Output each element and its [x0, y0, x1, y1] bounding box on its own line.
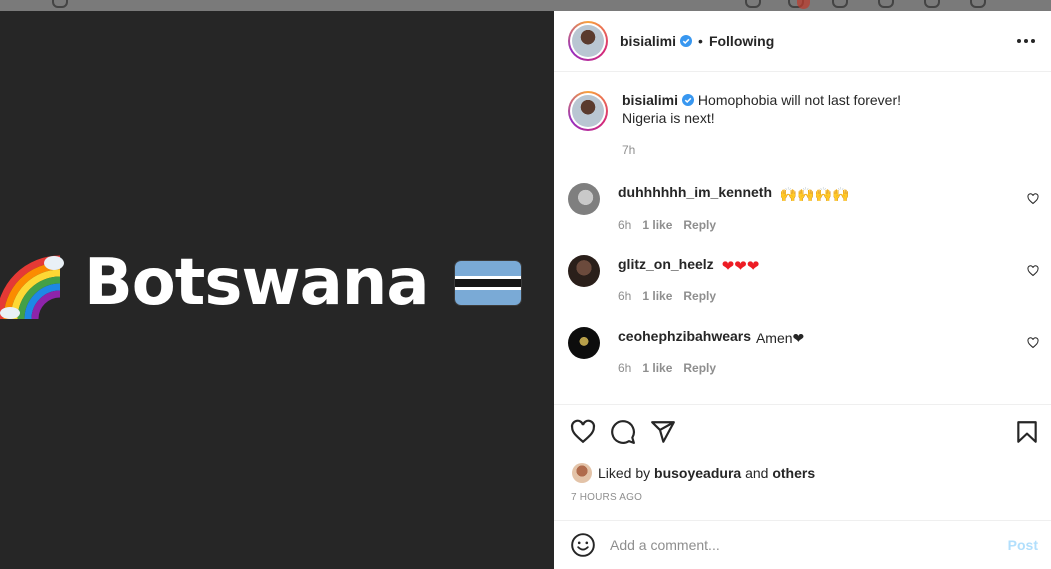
back-icon — [52, 0, 68, 8]
comment-item: duhhhhhh_im_kenneth 🙌🙌🙌🙌 6h 1 like Reply — [568, 183, 1039, 234]
post-timestamp[interactable]: 7 HOURS AGO — [571, 492, 642, 503]
author-avatar[interactable] — [568, 21, 608, 61]
notification-badge — [797, 0, 810, 9]
add-comment-bar: Post — [554, 520, 1051, 569]
liked-by: Liked by busoyeadura and others — [572, 463, 815, 483]
caption-body: bisialimi Homophobia will not last forev… — [622, 91, 901, 159]
rainbow-icon — [0, 255, 64, 319]
caption-time[interactable]: 7h — [622, 141, 901, 159]
comment-likes[interactable]: 1 like — [642, 287, 672, 305]
comment-body: ceohephzibahwears Amen❤ 6h 1 like Reply — [618, 327, 804, 377]
comment-meta: 6h 1 like Reply — [618, 287, 759, 305]
comment-username[interactable]: ceohephzibahwears — [618, 328, 751, 344]
post-header: bisialimi • Following — [554, 11, 1051, 72]
post-caption: bisialimi Homophobia will not last forev… — [568, 91, 1038, 159]
caption-author[interactable]: bisialimi — [622, 92, 678, 108]
comment-meta: 6h 1 like Reply — [618, 359, 804, 377]
background-nav-bar — [0, 0, 1051, 11]
comment-time[interactable]: 6h — [618, 359, 631, 377]
liked-by-others[interactable]: others — [772, 465, 815, 481]
comment-item: glitz_on_heelz ❤❤❤ 6h 1 like Reply — [568, 255, 1039, 305]
comment-text: ❤❤❤ — [721, 257, 760, 275]
share-icon[interactable] — [650, 419, 676, 445]
comment-icon[interactable] — [610, 419, 636, 445]
comment-likes[interactable]: 1 like — [642, 216, 672, 234]
caption-text-2: Nigeria is next! — [622, 110, 715, 126]
commenter-avatar[interactable] — [568, 327, 600, 359]
comment-time[interactable]: 6h — [618, 287, 631, 305]
post-media[interactable]: Botswana — [0, 11, 554, 569]
profile-icon — [970, 0, 986, 8]
more-options-icon[interactable] — [1017, 32, 1035, 50]
like-comment-heart-icon[interactable] — [1027, 193, 1039, 205]
commenter-avatar[interactable] — [568, 255, 600, 287]
comment-line: glitz_on_heelz ❤❤❤ — [618, 255, 759, 275]
comment-text: 🙌🙌🙌🙌 — [779, 187, 850, 203]
botswana-flag-icon — [454, 261, 521, 305]
comment-item: ceohephzibahwears Amen❤ 6h 1 like Reply — [568, 327, 1039, 377]
verified-badge-icon — [682, 94, 695, 106]
add-comment-input[interactable] — [610, 537, 990, 553]
comment-body: duhhhhhh_im_kenneth 🙌🙌🙌🙌 6h 1 like Reply — [618, 183, 850, 234]
bookmark-icon[interactable] — [1014, 419, 1040, 445]
new-post-icon — [832, 0, 848, 8]
post-comment-button[interactable]: Post — [1008, 537, 1038, 553]
liker-avatar[interactable] — [572, 463, 592, 483]
liked-by-middle: and — [745, 465, 769, 481]
post-details-panel: bisialimi • Following bisialimi Homophob… — [554, 11, 1051, 569]
following-button[interactable]: Following — [709, 33, 774, 49]
activity-icon — [924, 0, 940, 8]
explore-icon — [878, 0, 894, 8]
instagram-post-overlay: Botswana bisialimi • Following bisialimi… — [0, 0, 1051, 569]
caption-text-1: Homophobia will not last forever! — [697, 92, 902, 108]
commenter-avatar[interactable] — [568, 183, 600, 215]
header-meta: bisialimi • Following — [620, 33, 774, 49]
comment-text: Amen❤ — [755, 330, 805, 346]
liked-by-prefix: Liked by — [598, 465, 651, 481]
comment-time[interactable]: 6h — [618, 216, 631, 234]
caption-author-avatar[interactable] — [568, 91, 608, 131]
heart-icon[interactable] — [570, 419, 596, 445]
comment-username[interactable]: duhhhhhh_im_kenneth — [618, 184, 772, 200]
liked-by-user[interactable]: busoyeadura — [654, 465, 741, 481]
caption-line-1: bisialimi Homophobia will not last forev… — [622, 91, 901, 109]
comment-likes[interactable]: 1 like — [642, 359, 672, 377]
media-content: Botswana — [0, 243, 554, 323]
home-icon — [745, 0, 761, 8]
separator-dot: • — [698, 33, 703, 49]
reply-button[interactable]: Reply — [683, 216, 716, 234]
like-comment-heart-icon[interactable] — [1027, 265, 1039, 277]
comment-meta: 6h 1 like Reply — [618, 216, 850, 234]
reply-button[interactable]: Reply — [683, 359, 716, 377]
media-caption-word: Botswana — [84, 246, 429, 320]
emoji-icon[interactable] — [570, 532, 596, 558]
verified-badge-icon — [680, 35, 693, 47]
comment-body: glitz_on_heelz ❤❤❤ 6h 1 like Reply — [618, 255, 759, 305]
comment-line: duhhhhhh_im_kenneth 🙌🙌🙌🙌 — [618, 183, 850, 204]
comment-username[interactable]: glitz_on_heelz — [618, 256, 714, 272]
like-comment-heart-icon[interactable] — [1027, 337, 1039, 349]
comment-line: ceohephzibahwears Amen❤ — [618, 327, 804, 347]
reply-button[interactable]: Reply — [683, 287, 716, 305]
author-username[interactable]: bisialimi — [620, 33, 676, 49]
post-actions: Liked by busoyeadura and others 7 HOURS … — [554, 404, 1051, 519]
